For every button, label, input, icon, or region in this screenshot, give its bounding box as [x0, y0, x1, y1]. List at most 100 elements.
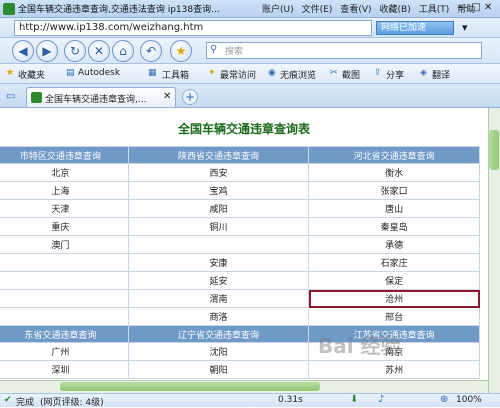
- city-link[interactable]: 沈阳: [127, 342, 310, 361]
- refresh-icon[interactable]: ↻: [64, 40, 86, 62]
- city-link[interactable]: 张家口: [308, 181, 480, 200]
- city-link[interactable]: 邢台: [308, 307, 480, 326]
- page-rating[interactable]: (网页评级: 4级): [40, 395, 104, 408]
- browser-logo-icon: [3, 3, 15, 15]
- table-header[interactable]: 辽宁省交通违章查询: [127, 325, 310, 343]
- zoom-level[interactable]: 100%: [456, 395, 482, 405]
- table-row: 广州 沈阳 南京: [0, 342, 480, 361]
- city-link[interactable]: 澳门: [0, 235, 129, 254]
- screenshot-icon: ✂: [330, 68, 338, 78]
- done-check-icon: ✔: [4, 395, 12, 405]
- maximize-button[interactable]: □: [471, 2, 480, 13]
- undo-icon[interactable]: ↶: [140, 40, 162, 62]
- table-header[interactable]: 陕西省交通违章查询: [127, 146, 310, 164]
- menu-bar: 账户(U) 文件(E) 查看(V) 收藏(B) 工具(T) 帮助: [262, 2, 483, 15]
- city-link[interactable]: [0, 289, 129, 308]
- city-link[interactable]: 咸阳: [127, 199, 310, 218]
- city-link[interactable]: 衡水: [308, 163, 480, 182]
- tab-label: 全国车辆交通违章查询,...: [45, 95, 147, 105]
- city-link[interactable]: 苏州: [308, 360, 480, 379]
- city-link[interactable]: 北京: [0, 163, 129, 182]
- city-link[interactable]: [0, 253, 129, 272]
- horizontal-scroll-thumb[interactable]: [60, 382, 320, 391]
- city-link[interactable]: [127, 235, 310, 254]
- city-link[interactable]: 承德: [308, 235, 480, 254]
- url-input[interactable]: http://www.ip138.com/weizhang.htm: [14, 20, 372, 36]
- menu-file[interactable]: 文件(E): [302, 5, 333, 15]
- city-link[interactable]: 渭南: [127, 289, 310, 308]
- close-button[interactable]: ✕: [484, 2, 492, 13]
- fav-favorites[interactable]: 收藏夹: [18, 68, 45, 81]
- city-link[interactable]: 朝阳: [127, 360, 310, 379]
- back-arrow-icon[interactable]: ◀: [12, 40, 34, 62]
- city-link[interactable]: [0, 271, 129, 290]
- menu-account[interactable]: 账户(U): [262, 5, 294, 15]
- forward-arrow-icon[interactable]: ▶: [36, 40, 58, 62]
- fav-translate[interactable]: 翻译: [432, 68, 450, 81]
- toolbox-icon: ▦: [148, 68, 157, 78]
- city-link[interactable]: 唐山: [308, 199, 480, 218]
- most-visited-icon: ✦: [208, 68, 216, 78]
- city-link[interactable]: 西安: [127, 163, 310, 182]
- tab-favicon-icon: [31, 92, 42, 103]
- city-link[interactable]: 铜川: [127, 217, 310, 236]
- table-row: 天津 咸阳 唐山: [0, 199, 480, 218]
- network-speed-button[interactable]: 网络已加速: [376, 21, 454, 35]
- table-header[interactable]: 市特区交通违章查询: [0, 146, 129, 164]
- vertical-scroll-thumb[interactable]: [489, 130, 499, 170]
- city-link[interactable]: 广州: [0, 342, 129, 361]
- folder-icon: ▤: [66, 68, 75, 78]
- tab-close-icon[interactable]: ✕: [163, 91, 171, 102]
- window-controls: — □ ✕: [458, 2, 492, 13]
- fav-most-visited[interactable]: 最常访问: [220, 68, 256, 81]
- home-icon[interactable]: ⌂: [112, 40, 134, 62]
- fav-autodesk[interactable]: Autodesk: [78, 68, 120, 78]
- speaker-icon[interactable]: ♪: [378, 394, 384, 405]
- city-link[interactable]: 天津: [0, 199, 129, 218]
- table-row: 商洛 邢台: [0, 307, 480, 326]
- fav-private[interactable]: 无痕浏览: [280, 68, 316, 81]
- stop-icon[interactable]: ✕: [88, 40, 110, 62]
- load-time: 0.31s: [278, 395, 303, 405]
- table-row: 北京 西安 衡水: [0, 163, 480, 182]
- city-link[interactable]: 深圳: [0, 360, 129, 379]
- table-row: 澳门 承德: [0, 235, 480, 254]
- table-header-row: 东省交通违章查询 辽宁省交通违章查询 江苏省交通违章查询: [0, 325, 480, 343]
- share-icon: ⇪: [374, 68, 382, 78]
- violation-table: 市特区交通违章查询 陕西省交通违章查询 河北省交通违章查询 北京 西安 衡水 上海宝…: [0, 146, 480, 379]
- city-link[interactable]: 秦皇岛: [308, 217, 480, 236]
- menu-favorites[interactable]: 收藏(B): [380, 5, 411, 15]
- favorite-star-icon[interactable]: ★: [170, 40, 192, 62]
- city-link[interactable]: 重庆: [0, 217, 129, 236]
- city-link[interactable]: 宝鸡: [127, 181, 310, 200]
- fav-toolbox[interactable]: 工具箱: [162, 68, 189, 81]
- city-link[interactable]: 商洛: [127, 307, 310, 326]
- download-icon[interactable]: ⬇: [350, 394, 358, 405]
- private-browsing-icon: ◉: [268, 68, 276, 78]
- city-link[interactable]: 石家庄: [308, 253, 480, 272]
- tab-active[interactable]: 全国车辆交通违章查询,...: [26, 87, 176, 107]
- menu-view[interactable]: 查看(V): [340, 5, 371, 15]
- city-link[interactable]: [0, 307, 129, 326]
- table-header[interactable]: 东省交通违章查询: [0, 325, 129, 343]
- city-link[interactable]: 延安: [127, 271, 310, 290]
- city-link-highlighted[interactable]: 沧州: [308, 289, 480, 308]
- city-link[interactable]: 安康: [127, 253, 310, 272]
- table-row: 上海 宝鸡 张家口: [0, 181, 480, 200]
- menu-tools[interactable]: 工具(T): [419, 5, 450, 15]
- minimize-button[interactable]: —: [458, 2, 468, 13]
- table-row: 安康 石家庄: [0, 253, 480, 272]
- fav-screenshot[interactable]: 截图: [342, 68, 360, 81]
- city-link[interactable]: 上海: [0, 181, 129, 200]
- baidu-jingyan-watermark: Bai 经验: [318, 334, 401, 358]
- new-tab-icon[interactable]: +: [182, 89, 198, 105]
- city-link[interactable]: 保定: [308, 271, 480, 290]
- dropdown-arrow-icon[interactable]: ▾: [462, 21, 468, 34]
- fav-share[interactable]: 分享: [386, 68, 404, 81]
- tab-list-icon[interactable]: ▭: [6, 91, 15, 102]
- status-text: 完成: [16, 398, 35, 408]
- table-row: 重庆 铜川 秦皇岛: [0, 217, 480, 236]
- search-input[interactable]: 搜索: [206, 42, 482, 59]
- table-header[interactable]: 河北省交通违章查询: [308, 146, 480, 164]
- translate-icon: ◈: [420, 68, 427, 78]
